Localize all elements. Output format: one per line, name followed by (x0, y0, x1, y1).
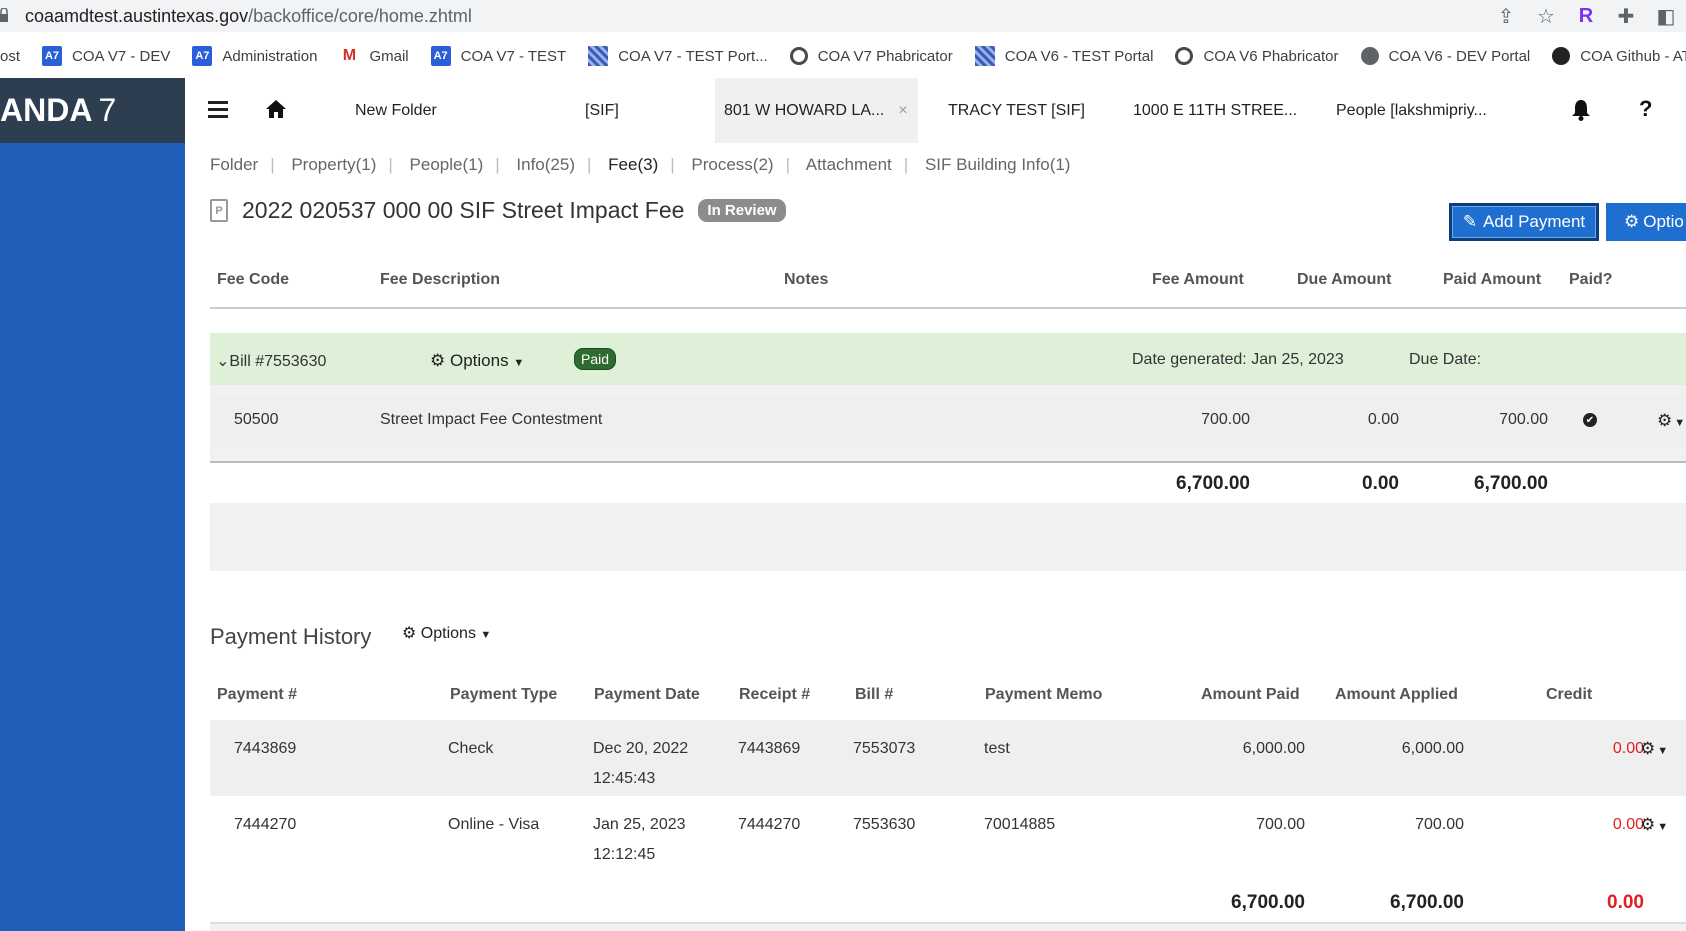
fee-header: P 2022 020537 000 00 SIF Street Impact F… (210, 197, 786, 224)
bill-options-button[interactable]: ⚙ Options ▼ (430, 351, 524, 371)
caret-down-icon: ▼ (480, 629, 492, 641)
help-icon[interactable]: ? (1639, 96, 1652, 122)
due-amount-cell: 0.00 (1367, 411, 1399, 428)
tab-new-folder[interactable]: New Folder (355, 78, 535, 143)
bookmark-ost[interactable]: ost (0, 48, 42, 65)
tab-801-w-howard[interactable]: 801 W HOWARD LA... × (715, 78, 918, 143)
gmail-icon: M (342, 47, 357, 64)
share-icon[interactable]: ⇪ (1486, 4, 1526, 28)
row-gear-icon[interactable]: ⚙ ▼ (1640, 734, 1668, 766)
caret-down-icon: ▼ (513, 357, 525, 369)
document-icon: P (210, 199, 228, 222)
tab-1000-e-11th[interactable]: 1000 E 11TH STREE... (1133, 78, 1313, 143)
hamburger-menu-icon[interactable] (208, 101, 228, 119)
row-gear-icon[interactable]: ⚙ ▼ (1657, 411, 1685, 431)
bookmark-coa-v6-test-portal[interactable]: COA V6 - TEST Portal (974, 46, 1176, 66)
close-icon[interactable]: × (898, 102, 907, 119)
subnav-sif-building-info[interactable]: SIF Building Info(1) (925, 155, 1071, 174)
total-due-amount: 0.00 (1362, 473, 1399, 494)
chevron-down-icon: ⌄ (216, 353, 230, 370)
payment-history-title: Payment History (210, 624, 372, 649)
browser-address-bar[interactable]: coaamdtest.austintexas.gov/backoffice/co… (0, 0, 1686, 32)
sidebar (0, 143, 185, 931)
star-icon[interactable]: ☆ (1526, 4, 1566, 28)
tab-tracy-test[interactable]: TRACY TEST [SIF] (948, 78, 1108, 143)
subnav-attachment[interactable]: Attachment (806, 155, 892, 174)
table-row-partial (210, 309, 1686, 333)
puzzle-icon[interactable]: ✚ (1606, 4, 1646, 28)
portal-icon (974, 46, 995, 66)
lock-icon (0, 8, 8, 22)
subnav-info[interactable]: Info(25) (516, 155, 575, 174)
github-icon (1552, 47, 1571, 65)
gear-icon: ⚙ (430, 351, 446, 370)
paid-amount-cell: 700.00 (1499, 411, 1548, 428)
phabricator-icon (789, 47, 808, 65)
bell-icon[interactable] (1571, 99, 1591, 121)
table-row: 50500 Street Impact Fee Contestment 700.… (210, 395, 1686, 447)
portal-icon (588, 46, 609, 66)
home-icon[interactable] (265, 98, 287, 120)
tab-sif[interactable]: [SIF] (585, 78, 715, 143)
payment-history-options-button[interactable]: ⚙ Options ▼ (402, 623, 491, 643)
fee-table-header: Fee Code Fee Description Notes Fee Amoun… (210, 252, 1686, 309)
bill-label[interactable]: ⌄Bill #7553630 (216, 351, 326, 371)
gear-icon: ⚙ (402, 625, 417, 642)
app-brand[interactable]: ANDA 7 (0, 78, 185, 143)
payment-totals-row: 6,700.00 6,700.00 0.00 (210, 872, 1686, 924)
sidepanel-icon[interactable]: ◧ (1646, 4, 1686, 28)
bookmark-coa-v6-phabricator[interactable]: COA V6 Phabricator (1175, 47, 1360, 65)
subnav-process[interactable]: Process(2) (691, 155, 773, 174)
bookmark-coa-v7-test-portal[interactable]: COA V7 - TEST Port... (588, 46, 790, 66)
table-row: 7443869 Check Dec 20, 2022 12:45:43 74438… (210, 720, 1686, 796)
bill-row[interactable]: ⌄Bill #7553630 ⚙ Options ▼ Paid Date gen… (210, 333, 1686, 385)
fee-code-cell: 50500 (234, 411, 279, 428)
extension-r-icon[interactable]: R (1566, 4, 1606, 28)
subnav-fee[interactable]: Fee(3) (608, 155, 658, 174)
subnav-people[interactable]: People(1) (410, 155, 484, 174)
bookmark-gmail[interactable]: M Gmail (339, 46, 430, 66)
folder-tabs-bar: New Folder [SIF] 801 W HOWARD LA... × TRA… (185, 78, 1686, 143)
fee-totals-row: 6,700.00 0.00 6,700.00 (210, 461, 1686, 503)
subnav-property[interactable]: Property(1) (291, 155, 376, 174)
table-row: 7444270 Online - Visa Jan 25, 2023 12:12:… (210, 796, 1686, 872)
bill-due-date: Due Date: (1409, 351, 1482, 368)
fee-description-cell: Street Impact Fee Contestment (380, 411, 603, 428)
edit-icon: ✎ (1462, 212, 1478, 231)
bookmark-coa-v6-dev-portal[interactable]: COA V6 - DEV Portal (1360, 47, 1553, 65)
add-payment-button[interactable]: ✎ Add Payment (1449, 203, 1599, 241)
payment-history-panel (210, 571, 1686, 671)
bill-date-generated: Date generated: Jan 25, 2023 (1132, 351, 1344, 368)
bookmarks-bar: ost A7 COA V7 - DEV A7 Administration M Gma… (0, 38, 1686, 74)
globe-icon (1360, 47, 1379, 65)
status-badge: In Review (698, 199, 786, 222)
url-text[interactable]: coaamdtest.austintexas.gov/backoffice/co… (25, 6, 472, 27)
total-fee-amount: 6,700.00 (1176, 473, 1250, 494)
gears-icon: ⚙ (1624, 212, 1640, 231)
row-gear-icon[interactable]: ⚙ ▼ (1640, 810, 1668, 842)
page-title: 2022 020537 000 00 SIF Street Impact Fee (242, 197, 685, 223)
bookmark-coa-github-atd[interactable]: COA Github - ATD (1552, 47, 1686, 65)
tab-people[interactable]: People [lakshmipriy... (1336, 78, 1516, 143)
phabricator-icon (1175, 47, 1194, 65)
bookmark-coa-v7-dev[interactable]: A7 COA V7 - DEV (42, 46, 192, 66)
payment-table-header: Payment # Payment Type Payment Date Rece… (210, 671, 1686, 720)
bookmark-administration[interactable]: A7 Administration (192, 46, 339, 66)
options-button[interactable]: ⚙ Optio (1606, 203, 1686, 241)
subnav-folder[interactable]: Folder (210, 155, 258, 174)
paid-badge: Paid (574, 348, 617, 370)
folder-subnav: Folder | Property(1) | People(1) | Info(25)… (210, 155, 1071, 174)
a7-icon: A7 (42, 46, 63, 66)
a7-icon: A7 (192, 46, 213, 66)
a7-icon: A7 (430, 46, 451, 66)
check-circle-icon: ✔ (1583, 413, 1597, 427)
fee-amount-cell: 700.00 (1201, 411, 1250, 428)
total-paid-amount: 6,700.00 (1474, 473, 1548, 494)
bookmark-coa-v7-test[interactable]: A7 COA V7 - TEST (430, 46, 589, 66)
bookmark-coa-v7-phabricator[interactable]: COA V7 Phabricator (789, 47, 975, 65)
